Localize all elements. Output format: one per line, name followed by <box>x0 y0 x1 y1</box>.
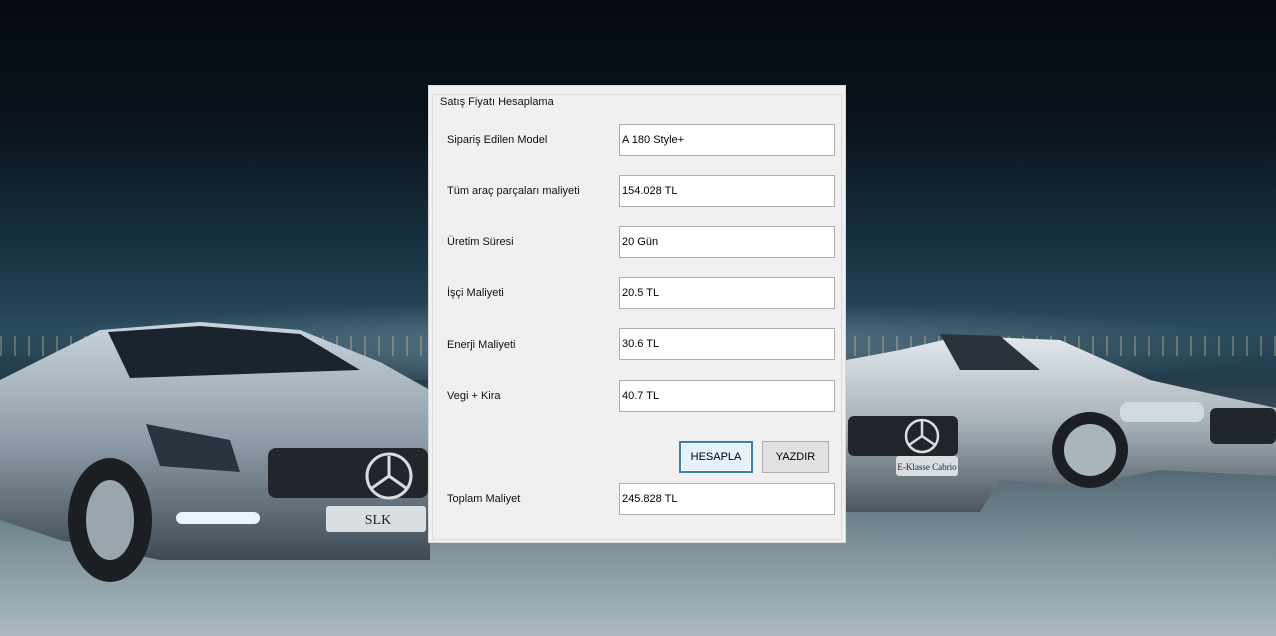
cost-calculation-dialog: Satış Fiyatı Hesaplama Sipariş Edilen Mo… <box>428 85 846 543</box>
desktop-wallpaper: SLK E-Klasse Cabrio Satış Fiyatı Hesapla… <box>0 0 1276 636</box>
total-cost-label: Toplam Maliyet <box>447 493 521 505</box>
print-button[interactable]: YAZDIR <box>762 441 829 473</box>
left-car: SLK <box>0 322 430 582</box>
parts-cost-field[interactable] <box>619 175 835 207</box>
model-label: Sipariş Edilen Model <box>447 134 548 146</box>
right-plate-text: E-Klasse Cabrio <box>897 462 957 472</box>
energy-cost-field[interactable] <box>619 328 835 360</box>
calculate-button[interactable]: HESAPLA <box>679 441 753 473</box>
left-plate-text: SLK <box>365 513 391 528</box>
total-cost-field[interactable] <box>619 483 835 515</box>
parts-cost-label: Tüm araç parçaları maliyeti <box>447 185 580 197</box>
right-cars: E-Klasse Cabrio <box>846 334 1276 512</box>
tax-rent-field[interactable] <box>619 380 835 412</box>
model-field[interactable] <box>619 124 835 156</box>
tax-rent-label: Vegi + Kira <box>447 390 501 402</box>
sales-price-groupbox: Satış Fiyatı Hesaplama Sipariş Edilen Mo… <box>432 94 842 540</box>
groupbox-title: Satış Fiyatı Hesaplama <box>438 96 556 108</box>
production-time-field[interactable] <box>619 226 835 258</box>
production-time-label: Üretim Süresi <box>447 236 514 248</box>
energy-cost-label: Enerji Maliyeti <box>447 339 516 351</box>
labor-cost-label: İşçi Maliyeti <box>447 287 504 299</box>
labor-cost-field[interactable] <box>619 277 835 309</box>
